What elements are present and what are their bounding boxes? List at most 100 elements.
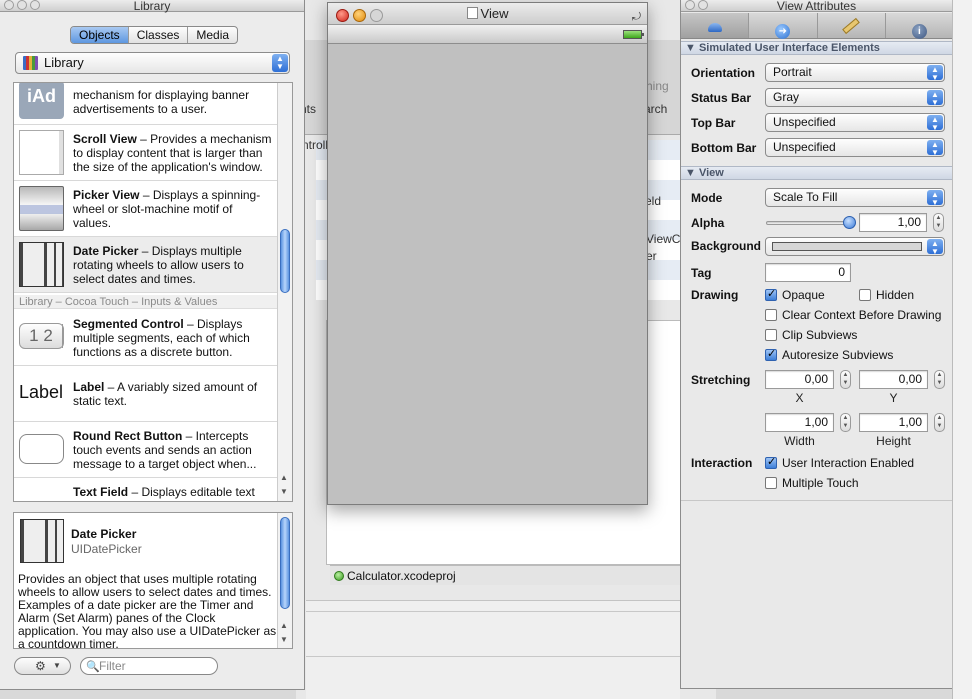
alpha-slider-track[interactable] [766, 221, 851, 225]
list-item-scroll-view[interactable]: Scroll View – Provides a mechanism to di… [14, 125, 278, 181]
minimize-button[interactable] [353, 9, 366, 22]
clear-context-checkbox[interactable]: Clear Context Before Drawing [765, 308, 941, 322]
library-books-icon [23, 56, 38, 70]
status-bar-popup[interactable]: Gray ▲ ▼ [765, 88, 945, 107]
orientation-popup[interactable]: Portrait ▲ ▼ [765, 63, 945, 82]
popup-arrows-icon: ▲ ▼ [927, 115, 943, 132]
clip-subviews-checkbox[interactable]: Clip Subviews [765, 328, 857, 342]
section-view[interactable]: ▼ View [681, 166, 953, 180]
background-window-edge [952, 0, 972, 699]
popup-arrows-icon: ▲ ▼ [272, 54, 288, 72]
library-object-list[interactable]: iAd mechanism for displaying banner adve… [13, 82, 293, 502]
scrollbar-knob[interactable] [280, 517, 290, 609]
project-status-bar: Calculator.xcodeproj [330, 565, 680, 585]
library-title: Library [133, 0, 171, 13]
alpha-field[interactable]: 1,00 [859, 213, 927, 232]
checkbox-icon [765, 455, 777, 469]
inspector-tab-bar: ➜ i [681, 13, 953, 39]
section-simulated-ui[interactable]: ▼ Simulated User Interface Elements [681, 41, 953, 55]
library-detail-pane: Date Picker UIDatePicker Provides an obj… [13, 512, 293, 649]
view-window[interactable]: View ⤾ [327, 2, 648, 505]
checkbox-icon [765, 347, 777, 361]
list-item-segmented-control[interactable]: 1 2 Segmented Control – Displays multipl… [14, 310, 278, 366]
library-scrollbar[interactable]: ▲ ▼ [277, 83, 292, 501]
tab-media[interactable]: Media [188, 27, 237, 43]
stretch-x-field[interactable]: 0,00 [765, 370, 834, 389]
list-item-description: mechanism for displaying banner advertis… [73, 88, 250, 116]
stretch-height-caption: Height [876, 434, 911, 448]
list-item-description: Round Rect Button – Intercepts touch eve… [73, 429, 257, 471]
alpha-slider-knob[interactable] [843, 216, 856, 229]
stretch-x-stepper[interactable]: ▲ ▼ [840, 370, 851, 389]
stretch-y-field[interactable]: 0,00 [859, 370, 928, 389]
library-scope-popup[interactable]: Library ▲ ▼ [15, 52, 290, 74]
attributes-icon[interactable] [681, 13, 750, 38]
minimize-button[interactable] [17, 0, 27, 10]
multiple-touch-checkbox[interactable]: Multiple Touch [765, 476, 859, 490]
orientation-label: Orientation [691, 66, 756, 80]
stretch-width-caption: Width [784, 434, 815, 448]
bottom-bar-popup[interactable]: Unspecified ▲ ▼ [765, 138, 945, 157]
project-file-name[interactable]: Calculator.xcodeproj [347, 569, 456, 583]
list-item-picker-view[interactable]: Picker View – Displays a spinning-wheel … [14, 181, 278, 237]
close-button[interactable] [4, 0, 14, 10]
opaque-checkbox[interactable]: Opaque [765, 287, 825, 302]
autoresize-subviews-checkbox[interactable]: Autoresize Subviews [765, 347, 893, 362]
connections-icon[interactable]: ➜ [749, 13, 818, 39]
list-item-round-rect-button[interactable]: Round Rect Button – Intercepts touch eve… [14, 422, 278, 478]
stretch-width-field[interactable]: 1,00 [765, 413, 834, 432]
stretch-height-stepper[interactable]: ▲ ▼ [934, 413, 945, 432]
view-title: View [480, 6, 509, 21]
filter-search-field[interactable]: 🔍 Filter [80, 657, 218, 675]
list-item-date-picker[interactable]: Date Picker – Displays multiple rotating… [14, 237, 278, 293]
list-item-label[interactable]: Label Label – A variably sized amount of… [14, 366, 278, 422]
stretch-height-field[interactable]: 1,00 [859, 413, 928, 432]
gear-menu-button[interactable]: ⚙ ▼ [14, 657, 71, 675]
list-item-description: Label – A variably sized amount of stati… [73, 380, 258, 408]
scroll-view-icon [19, 130, 64, 175]
view-canvas[interactable] [328, 45, 647, 504]
inspector-titlebar: View Attributes [681, 0, 952, 12]
scrollbar-knob[interactable] [280, 229, 290, 293]
tab-classes[interactable]: Classes [129, 27, 189, 43]
view-titlebar[interactable]: View ⤾ [328, 3, 647, 25]
top-bar-popup[interactable]: Unspecified ▲ ▼ [765, 113, 945, 132]
list-item[interactable]: iAd mechanism for displaying banner adve… [14, 83, 278, 125]
close-button[interactable] [685, 0, 695, 10]
zoom-button[interactable] [30, 0, 40, 10]
detail-scrollbar[interactable]: ▲ ▼ [277, 513, 292, 648]
detail-description: Provides an object that uses multiple ro… [18, 572, 277, 649]
list-item-text-field[interactable]: Text Field – Displays editable text [14, 478, 278, 501]
popup-arrows-icon: ▲ ▼ [927, 140, 943, 157]
background-label: Background [691, 239, 762, 253]
stretch-y-caption: Y [889, 391, 898, 405]
hidden-checkbox[interactable]: Hidden [859, 288, 914, 302]
inspector-title: View Attributes [776, 0, 857, 13]
stretch-width-stepper[interactable]: ▲ ▼ [840, 413, 851, 432]
tag-field[interactable]: 0 [765, 263, 851, 282]
list-item-description: Picker View – Displays a spinning-wheel … [73, 188, 261, 230]
minimize-button[interactable] [698, 0, 708, 10]
identity-icon[interactable]: i [886, 13, 953, 39]
zoom-button[interactable] [370, 9, 383, 22]
scroll-up-arrow-icon[interactable]: ▲ [280, 473, 288, 482]
mode-popup[interactable]: Scale To Fill ▲ ▼ [765, 188, 945, 207]
bottom-bar-label: Bottom Bar [691, 141, 757, 155]
alpha-stepper[interactable]: ▲ ▼ [933, 213, 944, 232]
list-item-description: Segmented Control – Displays multiple se… [73, 317, 250, 359]
stretch-y-stepper[interactable]: ▲ ▼ [934, 370, 945, 389]
scroll-down-arrow-icon[interactable]: ▼ [280, 635, 288, 644]
background-text-fragment: ntroll [302, 138, 329, 152]
tab-objects[interactable]: Objects [71, 27, 129, 43]
background-color-popup[interactable]: ▲ ▼ [765, 237, 945, 256]
scroll-down-arrow-icon[interactable]: ▼ [280, 487, 288, 496]
scroll-up-arrow-icon[interactable]: ▲ [280, 621, 288, 630]
popup-arrows-icon: ▲ ▼ [927, 65, 943, 82]
document-icon [466, 7, 478, 19]
close-button[interactable] [336, 9, 349, 22]
chevron-down-icon: ▼ [53, 661, 61, 670]
checkbox-icon [765, 309, 777, 321]
stretch-x-caption: X [795, 391, 804, 405]
user-interaction-checkbox[interactable]: User Interaction Enabled [765, 455, 914, 470]
size-icon[interactable] [818, 13, 886, 38]
